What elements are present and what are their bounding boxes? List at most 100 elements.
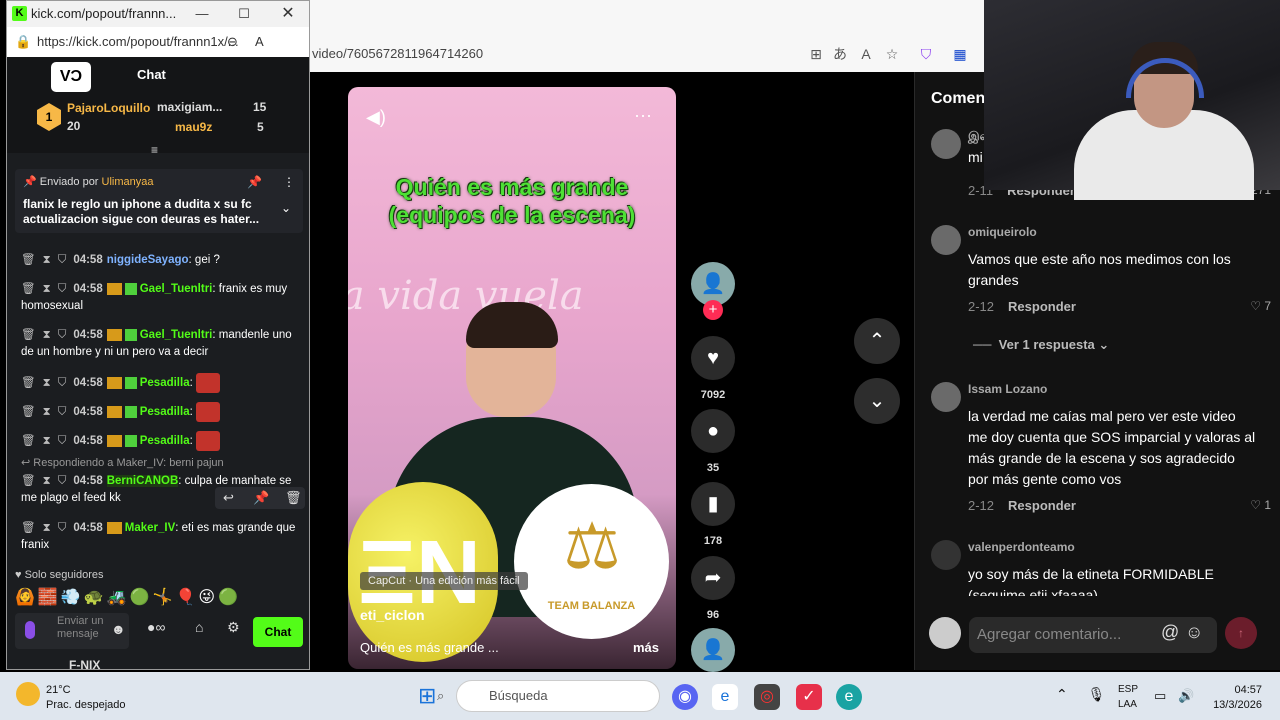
volume-icon[interactable]: 🔊 (1178, 688, 1194, 704)
chat-message[interactable]: 🗑 ⧗ ⛉ 04:58 Pesadilla: (21, 402, 305, 422)
emote-bar[interactable]: 🙆🧱💨🐢🚜🟢🤸🎈😜🟢 (15, 587, 303, 611)
translate-icon[interactable]: あ (830, 44, 850, 64)
share-button[interactable]: ➦ 96 (690, 556, 736, 621)
language-indicator[interactable]: ESP (1118, 684, 1138, 695)
ban-icon[interactable]: ⛉ (58, 475, 67, 487)
chat-username[interactable]: Gael_Tuenltri (140, 329, 213, 341)
taskbar-search[interactable]: ⌕ Búsqueda (437, 680, 660, 712)
weather-condition[interactable]: Prac. despejado (46, 699, 126, 711)
timeout-icon[interactable]: ⧗ (43, 475, 51, 487)
app-icon[interactable]: ✓ (796, 684, 822, 710)
more-link[interactable]: más (633, 640, 659, 655)
chat-username[interactable]: Pesadilla (140, 377, 190, 389)
delete-icon[interactable]: 🗑 (21, 475, 36, 487)
store-icon[interactable]: ⌂ (195, 619, 203, 635)
chat-username[interactable]: Pesadilla (140, 406, 190, 418)
read-mode-icon[interactable]: A (255, 27, 264, 57)
leaderboard-second-name[interactable]: maxigiam... (157, 100, 222, 114)
mic-icon[interactable] (25, 621, 35, 639)
comment-username[interactable]: omiqueirolo (968, 225, 1037, 239)
avatar[interactable] (931, 129, 961, 159)
send-chat-button[interactable]: Chat (253, 617, 303, 647)
speaker-icon[interactable]: ◀) (366, 107, 386, 128)
avatar[interactable] (931, 382, 961, 412)
chat-username[interactable]: Gael_Tuenltri (140, 283, 213, 295)
author-avatar[interactable]: 👤 + (690, 262, 736, 320)
address-bar[interactable]: video/7605672811964714260 (312, 42, 802, 66)
delete-icon[interactable]: 🗑 (21, 283, 36, 295)
leaderboard-first-name[interactable]: PajaroLoquillo (67, 101, 150, 115)
popout-titlebar[interactable]: K kick.com/popout/frannn... — ☐ ✕ (7, 1, 309, 27)
save-button[interactable]: ▮ 178 (690, 482, 736, 547)
infinity-icon[interactable]: ●∞ (147, 619, 165, 635)
clock-date[interactable]: 13/3/2026 (1200, 699, 1262, 711)
zoom-icon[interactable]: ⊖ (227, 27, 238, 57)
view-replies-button[interactable]: ── Ver 1 respuesta ⌄ (973, 337, 1109, 353)
minimize-icon[interactable]: — (187, 1, 217, 27)
extension-icon[interactable]: ▦ (950, 44, 970, 64)
pin-icon[interactable]: 📌 (253, 490, 269, 506)
chat-message[interactable]: 🗑 ⧗ ⛉ 04:58 Pesadilla: (21, 431, 305, 451)
timeout-icon[interactable]: ⧗ (43, 435, 51, 447)
timeout-icon[interactable]: ⧗ (43, 522, 51, 534)
comment-like[interactable]: ♡ 1 (1250, 498, 1271, 512)
delete-icon[interactable]: 🗑 (21, 254, 36, 266)
delete-icon[interactable]: 🗑 (21, 377, 36, 389)
ban-icon[interactable]: ⛉ (58, 329, 67, 341)
obs-icon[interactable]: ◎ (754, 684, 780, 710)
read-aloud-icon[interactable]: A (856, 44, 876, 64)
delete-icon[interactable]: 🗑 (21, 522, 36, 534)
ban-icon[interactable]: ⛉ (58, 283, 67, 295)
edge-dev-icon[interactable]: e (836, 684, 862, 710)
chat-message[interactable]: 🗑 ⧗ ⛉ 04:58 Maker_IV: eti es mas grande que … (21, 520, 305, 554)
reply-button[interactable]: Responder (1008, 299, 1076, 314)
chat-username[interactable]: BerniCANOB (106, 475, 179, 487)
channel-logo[interactable]: VƆ (51, 62, 91, 92)
kebab-menu-icon[interactable]: ⋮ (283, 175, 295, 189)
ban-icon[interactable]: ⛉ (58, 377, 67, 389)
chat-message[interactable]: 🗑 ⧗ ⛉ 04:58 Gael_Tuenltri: mandenle uno de u… (21, 327, 305, 361)
ban-icon[interactable]: ⛉ (58, 435, 67, 447)
discord-icon[interactable]: ◉ (672, 684, 698, 710)
capcut-badge[interactable]: CapCut · Una edición más fácil (360, 572, 528, 590)
delete-icon[interactable]: 🗑 (285, 490, 302, 506)
comment-username[interactable]: Issam Lozano (968, 382, 1047, 396)
delete-icon[interactable]: 🗑 (21, 329, 36, 341)
timeout-icon[interactable]: ⧗ (43, 283, 51, 295)
mention-icon[interactable]: @ (1161, 622, 1179, 643)
ban-icon[interactable]: ⛉ (58, 522, 67, 534)
collapse-icon[interactable]: ≡ (151, 143, 158, 157)
system-tray[interactable]: ⌃ 🎙 (1056, 686, 1105, 703)
delete-icon[interactable]: 🗑 (21, 435, 36, 447)
avatar[interactable] (931, 225, 961, 255)
chat-message[interactable]: 🗑 ⧗ ⛉ 04:58 niggideSayago: gei ? (21, 252, 305, 269)
close-icon[interactable]: ✕ (273, 1, 303, 27)
ellipsis-icon[interactable]: ··· (634, 105, 652, 126)
comment-input[interactable]: Agregar comentario... (969, 617, 1217, 653)
edge-icon[interactable]: e (712, 684, 738, 710)
delete-icon[interactable]: 🗑 (21, 406, 36, 418)
emoji-icon[interactable]: ☺ (1185, 622, 1203, 643)
previous-video-button[interactable]: ⌃ (854, 318, 900, 364)
follow-plus-icon[interactable]: + (703, 300, 723, 320)
next-video-button[interactable]: ⌄ (854, 378, 900, 424)
emoji-icon[interactable]: ☻ (111, 621, 126, 637)
send-comment-button[interactable]: ↑ (1225, 617, 1257, 649)
avatar[interactable] (931, 540, 961, 570)
music-disc[interactable]: 👤 (690, 628, 736, 672)
chat-username[interactable]: niggideSayago (107, 254, 189, 266)
video-author[interactable]: eti_ciclon (360, 607, 425, 623)
chat-username[interactable]: Pesadilla (140, 435, 190, 447)
chat-message[interactable]: 🗑 ⧗ ⛉ 04:58 Gael_Tuenltri: franix es muy hom… (21, 281, 305, 315)
pin-icon[interactable]: 📌 (247, 175, 262, 189)
timeout-icon[interactable]: ⧗ (43, 329, 51, 341)
chat-username[interactable]: Maker_IV (125, 522, 176, 534)
like-button[interactable]: ♥ 7092 (690, 336, 736, 401)
reply-button[interactable]: Responder (1008, 498, 1076, 513)
timeout-icon[interactable]: ⧗ (43, 254, 51, 266)
timeout-icon[interactable]: ⧗ (43, 377, 51, 389)
ban-icon[interactable]: ⛉ (58, 254, 67, 266)
network-icon[interactable]: ▭ (1154, 688, 1166, 704)
chat-message[interactable]: 🗑 ⧗ ⛉ 04:58 Pesadilla: (21, 373, 305, 393)
timeout-icon[interactable]: ⧗ (43, 406, 51, 418)
